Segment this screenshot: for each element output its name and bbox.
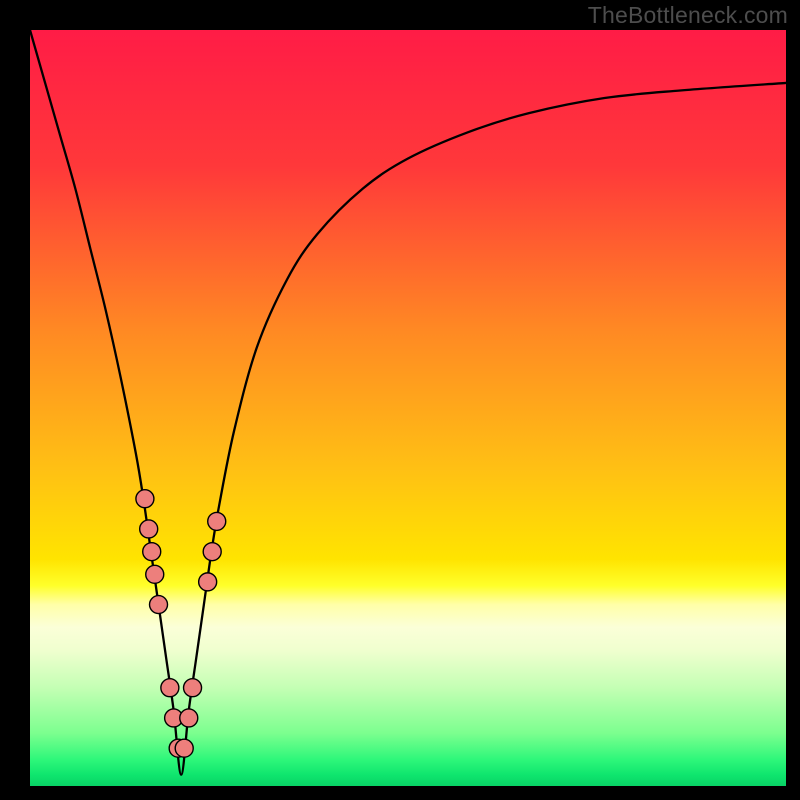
chart-svg xyxy=(30,30,786,786)
data-marker xyxy=(150,596,168,614)
chart-frame: TheBottleneck.com xyxy=(0,0,800,800)
data-marker xyxy=(146,565,164,583)
data-marker xyxy=(136,490,154,508)
data-marker xyxy=(199,573,217,591)
data-marker xyxy=(175,739,193,757)
data-marker xyxy=(143,543,161,561)
data-marker xyxy=(184,679,202,697)
data-marker xyxy=(161,679,179,697)
data-marker xyxy=(203,543,221,561)
data-marker xyxy=(208,512,226,530)
data-marker xyxy=(140,520,158,538)
plot-area xyxy=(30,30,786,786)
bottleneck-curve xyxy=(30,30,786,775)
watermark-text: TheBottleneck.com xyxy=(588,2,788,29)
data-marker xyxy=(180,709,198,727)
